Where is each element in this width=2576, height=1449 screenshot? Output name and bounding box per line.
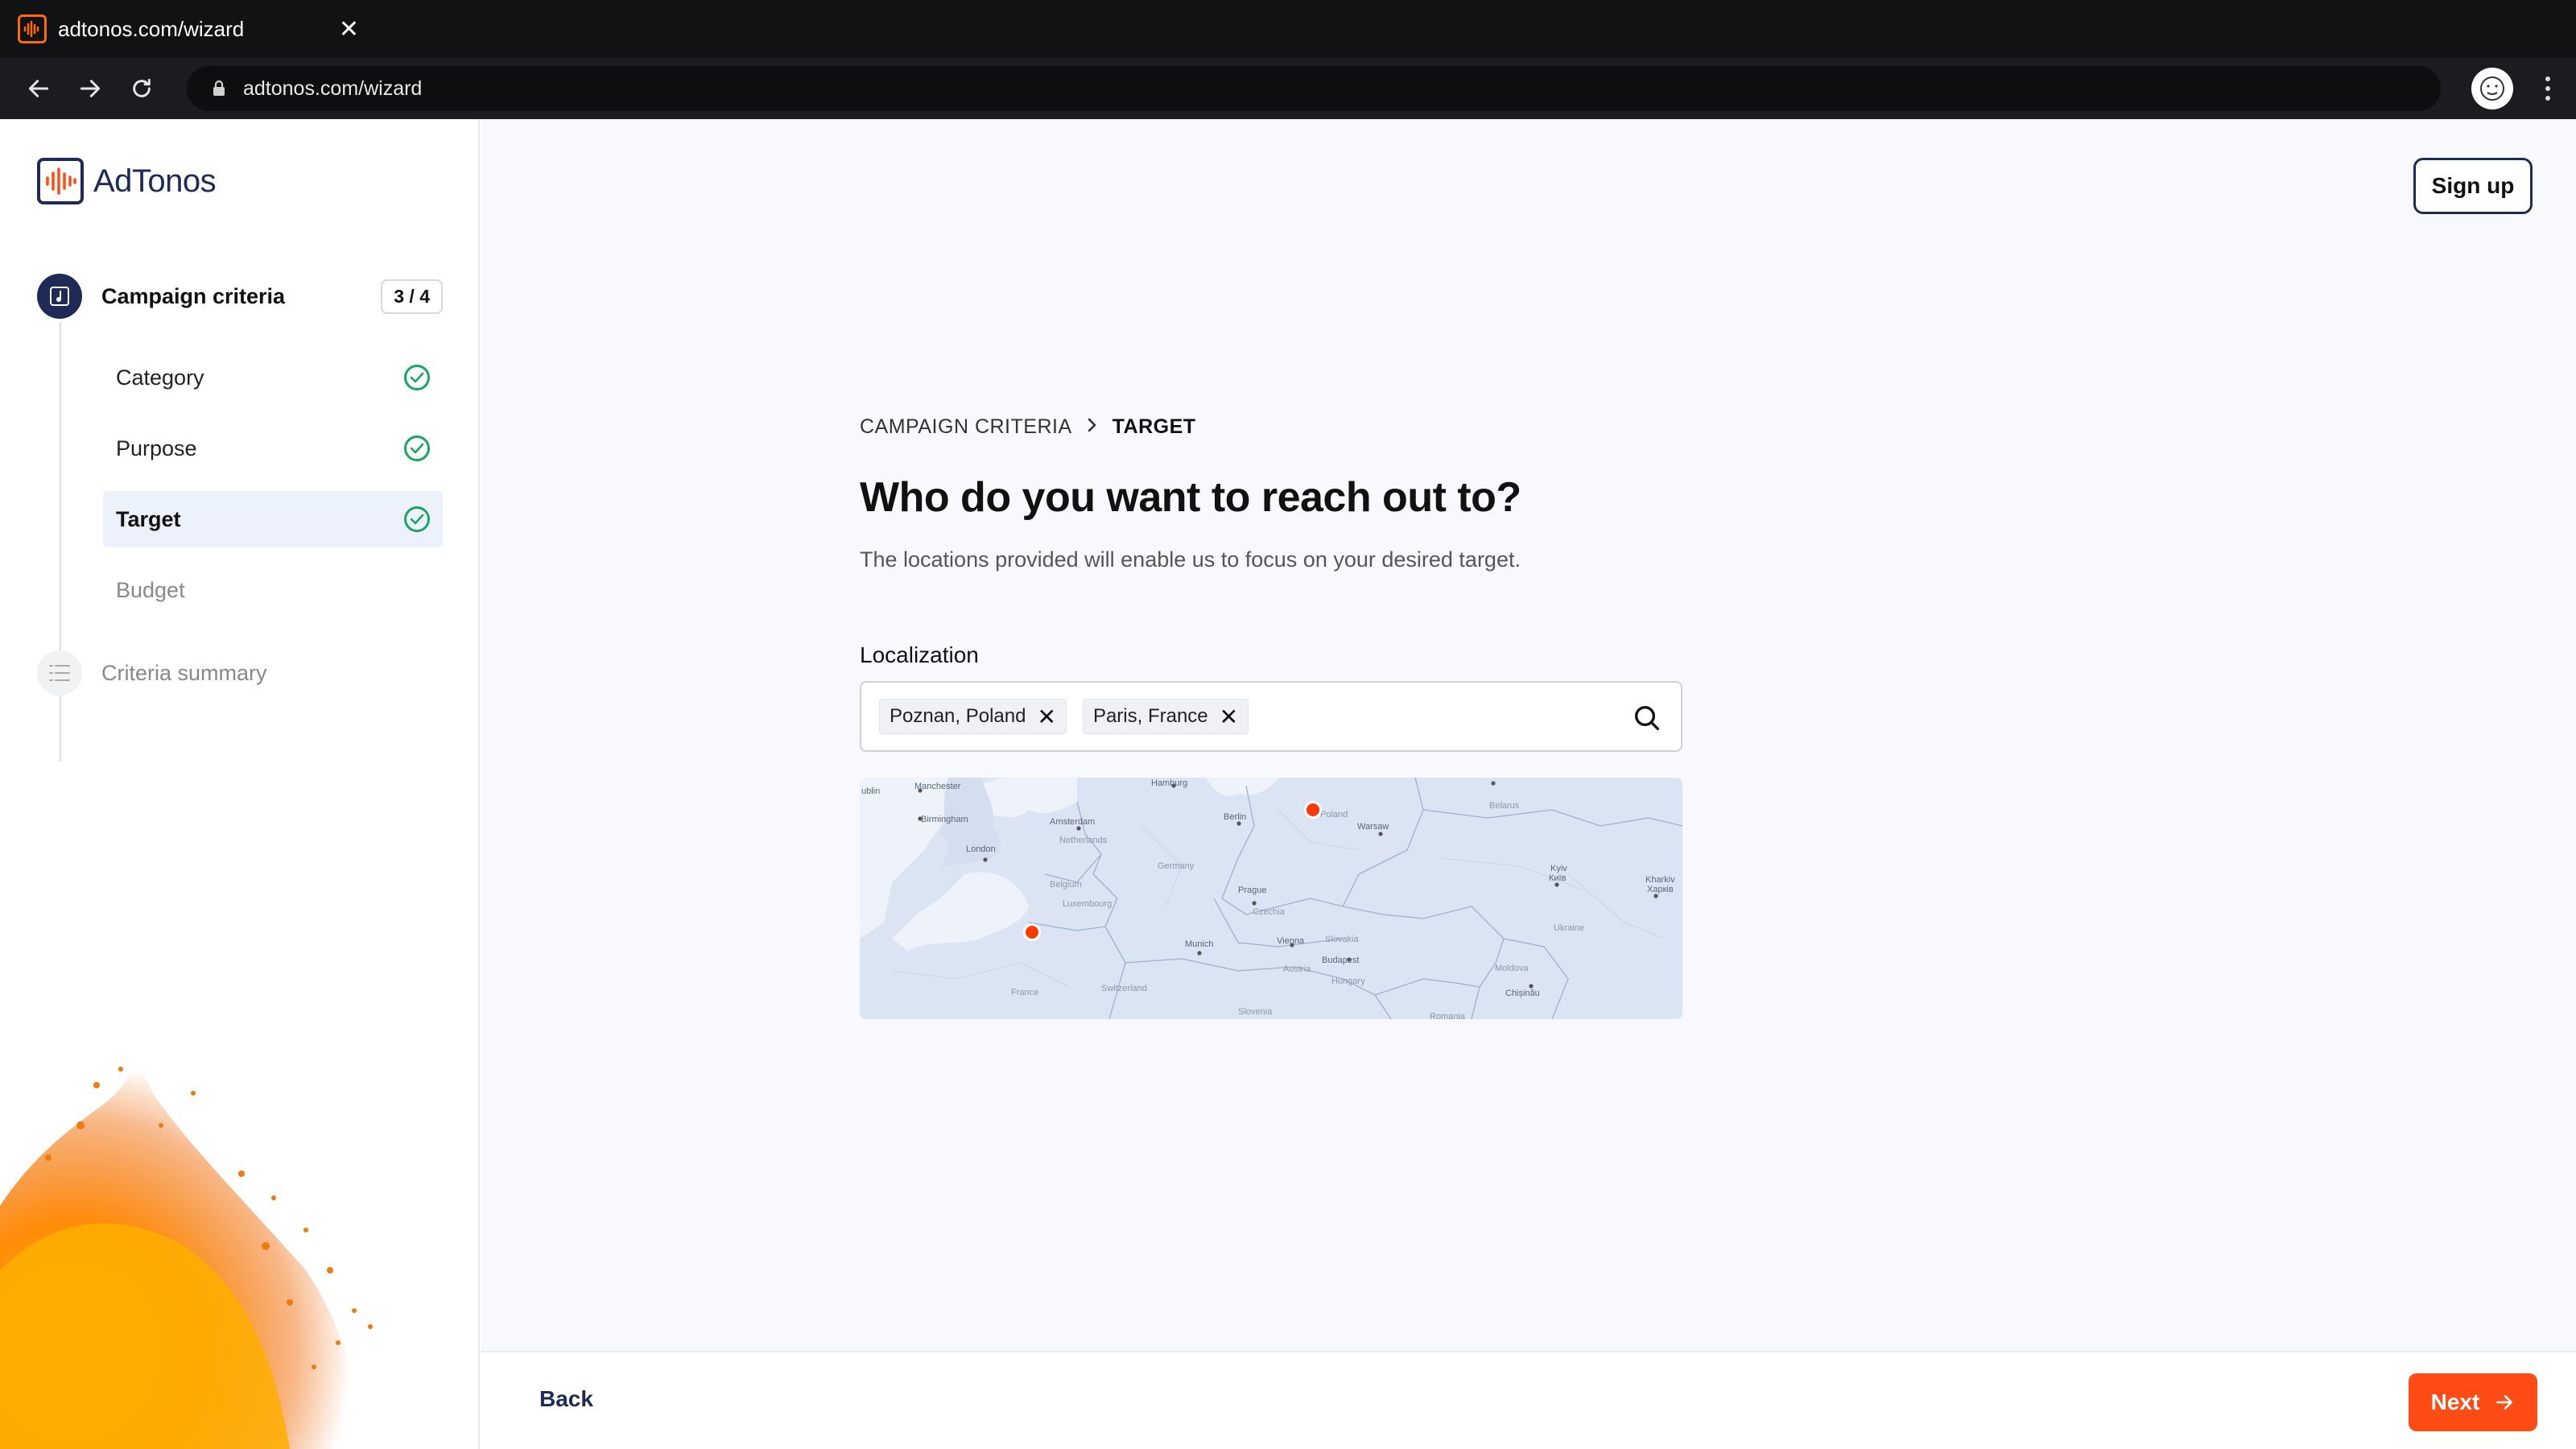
- svg-text:Chișinău: Chișinău: [1505, 989, 1540, 998]
- wizard-footer: Back Next: [481, 1351, 2576, 1449]
- svg-text:Moldova: Moldova: [1495, 964, 1529, 973]
- chip-label: Poznan, Poland: [890, 705, 1026, 727]
- chip-label: Paris, France: [1092, 705, 1208, 727]
- svg-text:Luxembourg: Luxembourg: [1063, 899, 1112, 909]
- decorative-splash: [0, 1061, 373, 1449]
- step-connector: [60, 322, 61, 762]
- svg-text:Poland: Poland: [1320, 810, 1348, 819]
- check-circle-icon: [404, 506, 430, 532]
- svg-text:Hungary: Hungary: [1331, 976, 1365, 986]
- substep-purpose[interactable]: Purpose: [103, 420, 443, 477]
- location-chip: Paris, France ✕: [1082, 699, 1249, 734]
- svg-text:Belarus: Belarus: [1489, 801, 1520, 811]
- check-circle-icon: [404, 436, 430, 461]
- step-campaign-criteria[interactable]: Campaign criteria 3 / 4: [37, 272, 443, 320]
- svg-text:Budapest: Budapest: [1322, 956, 1359, 965]
- remove-chip-icon[interactable]: ✕: [1220, 704, 1238, 730]
- location-map[interactable]: ublin Manchester Hamburg Belarus Birming…: [860, 778, 1682, 1019]
- svg-text:Kharkiv: Kharkiv: [1645, 875, 1675, 885]
- step-count-badge: 3 / 4: [381, 279, 443, 314]
- next-label: Next: [2430, 1389, 2480, 1414]
- svg-text:Belgium: Belgium: [1050, 880, 1082, 890]
- svg-text:Ukraine: Ukraine: [1554, 923, 1584, 933]
- svg-text:Харків: Харків: [1647, 885, 1674, 894]
- svg-text:Vienna: Vienna: [1277, 936, 1305, 946]
- map-pin-icon: [1023, 923, 1041, 941]
- page-subtitle: The locations provided will enable us to…: [860, 547, 1521, 572]
- check-circle-icon: [404, 365, 430, 390]
- svg-text:London: London: [966, 844, 996, 854]
- next-button[interactable]: Next: [2409, 1373, 2537, 1431]
- profile-avatar-icon[interactable]: [2471, 68, 2513, 109]
- svg-text:Romania: Romania: [1430, 1012, 1466, 1019]
- svg-text:Slovenia: Slovenia: [1238, 1007, 1273, 1017]
- url-text: adtonos.com/wizard: [243, 76, 423, 100]
- svg-text:Netherlands: Netherlands: [1059, 836, 1108, 845]
- svg-text:Slovakia: Slovakia: [1325, 935, 1359, 944]
- substep-budget[interactable]: Budget: [103, 562, 443, 618]
- step-criteria-summary[interactable]: Criteria summary: [37, 650, 267, 696]
- search-icon[interactable]: [1631, 702, 1663, 734]
- browser-tab-bar: adtonos.com/wizard ✕: [0, 0, 2576, 58]
- svg-text:Munich: Munich: [1185, 939, 1213, 949]
- svg-text:ublin: ublin: [861, 786, 880, 796]
- forward-arrow-icon[interactable]: [72, 71, 108, 106]
- svg-text:Berlin: Berlin: [1224, 812, 1246, 822]
- address-bar[interactable]: adtonos.com/wizard: [187, 66, 2441, 111]
- localization-label: Localization: [860, 642, 979, 667]
- breadcrumb-current: TARGET: [1112, 415, 1196, 438]
- substep-target[interactable]: Target: [103, 491, 443, 547]
- music-note-icon: [37, 274, 82, 319]
- breadcrumb-item[interactable]: CAMPAIGN CRITERIA: [860, 415, 1072, 439]
- svg-text:Kyiv: Kyiv: [1550, 864, 1567, 873]
- page-title: Who do you want to reach out to?: [860, 474, 1521, 521]
- svg-text:Warsaw: Warsaw: [1357, 822, 1389, 832]
- arrow-right-icon: [2496, 1395, 2513, 1410]
- svg-text:Switzerland: Switzerland: [1101, 984, 1147, 993]
- svg-text:Austria: Austria: [1283, 964, 1311, 974]
- substep-label: Budget: [116, 577, 185, 602]
- summary-label: Criteria summary: [101, 660, 267, 685]
- remove-chip-icon[interactable]: ✕: [1037, 704, 1055, 730]
- svg-text:France: France: [1011, 988, 1038, 997]
- tab-title: adtonos.com/wizard: [58, 16, 245, 41]
- back-arrow-icon[interactable]: [21, 71, 56, 106]
- browser-tab[interactable]: adtonos.com/wizard ✕: [0, 0, 378, 58]
- lock-icon: [213, 80, 225, 96]
- reload-icon[interactable]: [124, 71, 159, 106]
- location-chip: Poznan, Poland ✕: [879, 699, 1067, 734]
- localization-input[interactable]: Poznan, Poland ✕ Paris, France ✕: [860, 681, 1682, 752]
- svg-text:Czechia: Czechia: [1253, 907, 1286, 917]
- signup-button[interactable]: Sign up: [2413, 158, 2533, 214]
- substep-label: Purpose: [116, 436, 197, 460]
- step-title: Campaign criteria: [101, 283, 286, 308]
- svg-text:Germany: Germany: [1158, 861, 1195, 871]
- svg-text:Amsterdam: Amsterdam: [1050, 817, 1095, 827]
- map-pin-icon: [1304, 801, 1322, 819]
- brand-logo[interactable]: AdTonos: [37, 158, 217, 204]
- tab-close-icon[interactable]: ✕: [339, 15, 359, 43]
- svg-text:Hamburg: Hamburg: [1151, 778, 1187, 788]
- substep-label: Category: [116, 365, 204, 390]
- wizard-sidebar: AdTonos Campaign criteria 3 / 4 Category…: [0, 119, 480, 1449]
- substep-label: Target: [116, 506, 181, 531]
- svg-text:Manchester: Manchester: [914, 782, 961, 791]
- favicon-icon: [18, 14, 47, 43]
- main-content: Sign up CAMPAIGN CRITERIA TARGET Who do …: [481, 119, 2576, 1351]
- substep-category[interactable]: Category: [103, 349, 443, 406]
- brand-name: AdTonos: [93, 163, 217, 199]
- svg-text:Київ: Київ: [1549, 873, 1567, 883]
- svg-text:Prague: Prague: [1238, 886, 1266, 895]
- breadcrumb: CAMPAIGN CRITERIA TARGET: [860, 415, 1196, 439]
- browser-menu-icon[interactable]: [2536, 71, 2560, 106]
- back-button[interactable]: Back: [539, 1386, 593, 1412]
- logo-icon: [37, 158, 84, 204]
- svg-text:Birmingham: Birmingham: [921, 815, 968, 824]
- chevron-right-icon: [1087, 415, 1098, 439]
- browser-toolbar: adtonos.com/wizard: [0, 58, 2576, 119]
- checklist-icon: [37, 650, 82, 696]
